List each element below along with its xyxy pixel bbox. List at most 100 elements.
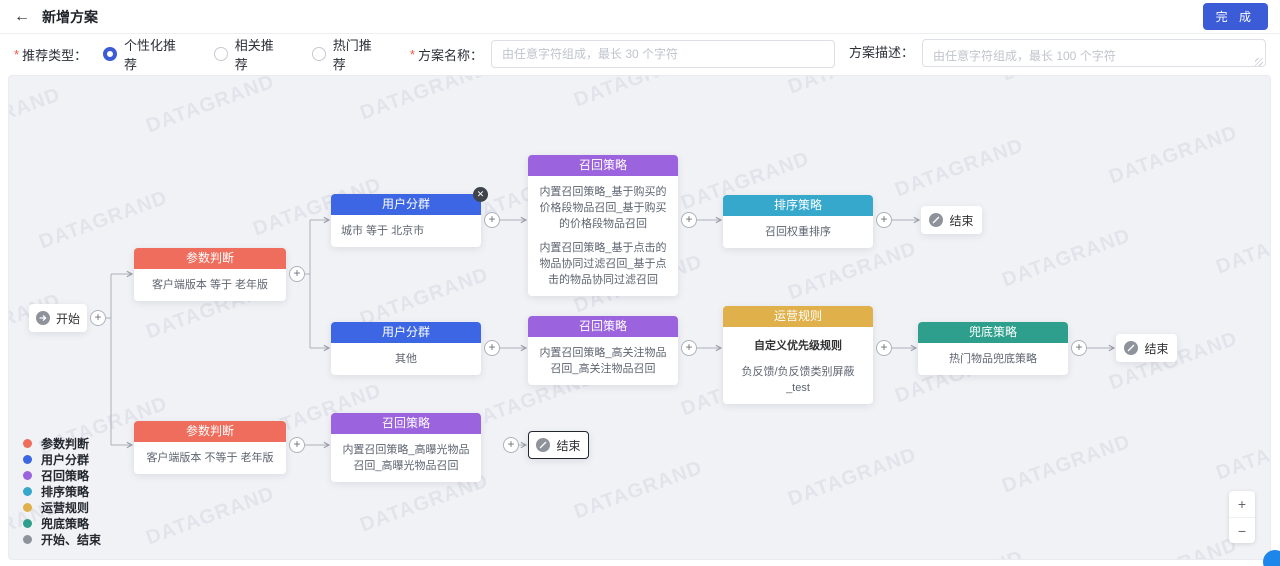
page-title: 新增方案 [42,7,98,27]
add-node-button[interactable]: + [484,212,500,228]
add-node-button[interactable]: + [681,340,697,356]
node-body: 内置召回策略_高曝光物品召回_高曝光物品召回 [331,434,481,482]
plan-desc-resize-grip [922,39,1266,70]
terminal-label: 结束 [1144,340,1168,357]
radio-option[interactable]: 热门推荐 [312,35,384,73]
legend-dot [23,487,32,496]
flow-canvas[interactable]: DATAGRANDDATAGRANDDATAGRANDDATAGRANDDATA… [8,75,1271,560]
add-node-button[interactable]: + [876,340,892,356]
node-ug1[interactable]: 用户分群城市 等于 北京市✕ [331,194,481,247]
legend-label: 开始、结束 [41,531,101,548]
node-title: 用户分群 [331,322,481,343]
node-fb1[interactable]: 兜底策略热门物品兜底策略 [918,322,1068,375]
node-rc3[interactable]: 召回策略内置召回策略_高曝光物品召回_高曝光物品召回 [331,413,481,482]
node-body: 自定义优先级规则负反馈/负反馈类别屏蔽_test [723,327,873,404]
end-icon [536,438,550,452]
required-mark: * [14,47,19,62]
add-node-button[interactable]: + [503,437,519,453]
required-mark: * [410,47,415,62]
legend-dot [23,503,32,512]
node-rc2[interactable]: 召回策略内置召回策略_高关注物品召回_高关注物品召回 [528,316,678,385]
plan-name-field-group: * 方案名称： [410,40,835,68]
end-icon [929,213,943,227]
node-title: 召回策略 [331,413,481,434]
radio-icon[interactable] [312,47,326,61]
close-icon[interactable]: ✕ [473,187,488,202]
node-rc1[interactable]: 召回策略内置召回策略_基于购买的价格段物品召回_基于购买的价格段物品召回内置召回… [528,155,678,296]
terminal-label: 结束 [556,437,580,454]
plan-desc-field-group: 方案描述： [849,39,1266,70]
node-body: 热门物品兜底策略 [918,343,1068,375]
add-node-button[interactable]: + [681,212,697,228]
radio-label: 热门推荐 [333,35,384,73]
node-start[interactable]: 开始 [29,304,87,332]
node-layer: 开始+参数判断客户端版本 等于 老年版+参数判断客户端版本 不等于 老年版+用户… [9,76,1270,559]
node-pj1[interactable]: 参数判断客户端版本 等于 老年版 [134,248,286,301]
back-icon[interactable]: ← [14,8,30,26]
node-end1[interactable]: 结束 [921,206,982,234]
node-title: 兜底策略 [918,322,1068,343]
plan-form-toolbar: * 推荐类型： 个性化推荐 相关推荐 热门推荐 * 方案名称： 方案描述： [0,34,1280,74]
node-title: 排序策略 [723,195,873,216]
page-header: ← 新增方案 完 成 [0,0,1280,34]
node-title: 用户分群 [331,194,481,215]
node-op1[interactable]: 运营规则自定义优先级规则负反馈/负反馈类别屏蔽_test [723,306,873,404]
node-body: 城市 等于 北京市 [331,215,481,247]
plan-desc-label: 方案描述： [849,39,914,67]
node-title: 运营规则 [723,306,873,327]
node-title: 召回策略 [528,316,678,337]
node-title: 参数判断 [134,248,286,269]
legend-label: 运营规则 [41,499,89,516]
add-node-button[interactable]: + [289,437,305,453]
legend-dot [23,471,32,480]
end-icon [1124,341,1138,355]
legend-label: 参数判断 [41,435,89,452]
legend-label: 兜底策略 [41,515,89,532]
legend-item: 兜底策略 [23,516,101,531]
legend-item: 召回策略 [23,468,101,483]
legend-item: 开始、结束 [23,532,101,547]
radio-label: 个性化推荐 [124,35,188,73]
start-icon [36,311,50,325]
radio-label: 相关推荐 [235,35,286,73]
plan-desc-input[interactable] [922,39,1266,67]
radio-option[interactable]: 个性化推荐 [103,35,188,73]
plan-name-input[interactable] [491,40,835,68]
legend-item: 用户分群 [23,452,101,467]
legend: 参数判断用户分群召回策略排序策略运营规则兜底策略开始、结束 [23,435,101,547]
node-ug2[interactable]: 用户分群其他 [331,322,481,375]
add-node-button[interactable]: + [289,266,305,282]
add-node-button[interactable]: + [1071,340,1087,356]
node-end2[interactable]: 结束 [1116,334,1177,362]
node-title: 召回策略 [528,155,678,176]
node-body: 内置召回策略_高关注物品召回_高关注物品召回 [528,337,678,385]
finish-button[interactable]: 完 成 [1203,3,1268,30]
add-node-button[interactable]: + [876,212,892,228]
plan-name-label: 方案名称： [418,45,483,64]
add-node-button[interactable]: + [484,340,500,356]
node-sort1[interactable]: 排序策略召回权重排序 [723,195,873,248]
legend-dot [23,439,32,448]
legend-dot [23,535,32,544]
zoom-panel: + − [1229,491,1255,543]
node-body: 其他 [331,343,481,375]
node-pj2[interactable]: 参数判断客户端版本 不等于 老年版 [134,421,286,474]
recommend-type-label: 推荐类型： [22,45,87,64]
radio-option[interactable]: 相关推荐 [214,35,286,73]
terminal-label: 开始 [56,310,80,327]
add-node-button[interactable]: + [90,310,106,326]
legend-item: 运营规则 [23,500,101,515]
legend-label: 召回策略 [41,467,89,484]
node-end3[interactable]: 结束 [528,431,589,459]
legend-item: 排序策略 [23,484,101,499]
zoom-out-button[interactable]: − [1229,517,1255,543]
zoom-in-button[interactable]: + [1229,491,1255,517]
legend-dot [23,455,32,464]
radio-icon[interactable] [103,47,117,61]
node-title: 参数判断 [134,421,286,442]
recommend-type-group: 个性化推荐 相关推荐 热门推荐 [103,35,410,73]
node-body: 召回权重排序 [723,216,873,248]
radio-icon[interactable] [214,47,228,61]
node-body: 内置召回策略_基于购买的价格段物品召回_基于购买的价格段物品召回内置召回策略_基… [528,176,678,296]
terminal-label: 结束 [949,212,973,229]
